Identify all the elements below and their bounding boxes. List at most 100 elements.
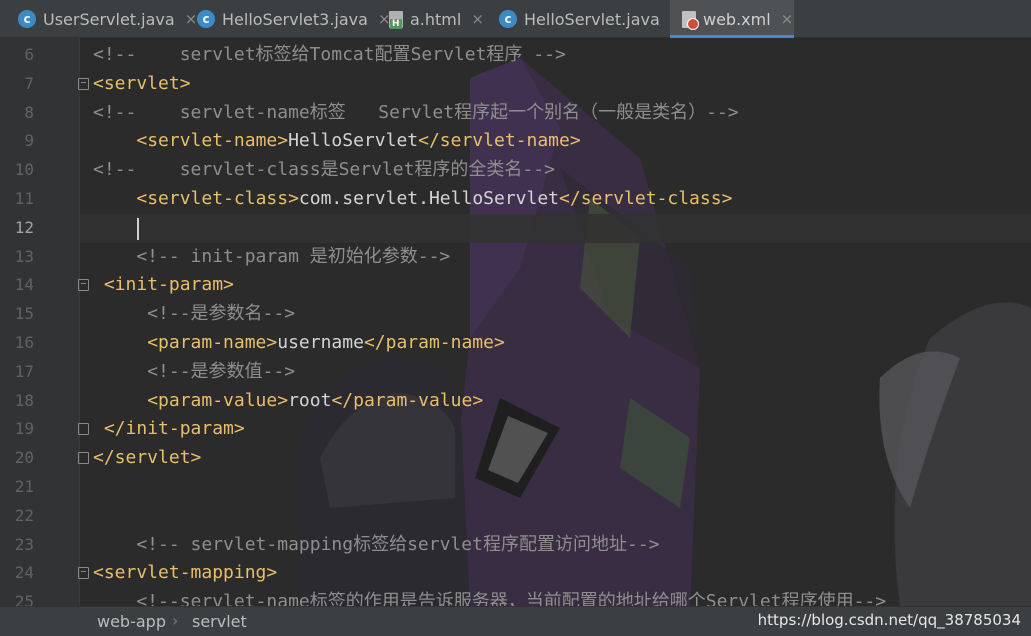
line-number: 24 (14, 563, 34, 583)
xml-comment: <!-- servlet-mapping标签给servlet程序配置访问地址--… (93, 533, 660, 555)
tab-web-xml[interactable]: web.xml × (670, 0, 794, 38)
xml-tag: <servlet-class> (136, 187, 299, 209)
fold-marker-icon[interactable] (78, 567, 89, 580)
code-text: </init-param> (93, 415, 245, 444)
code-line[interactable]: 22 (0, 502, 1031, 531)
xml-text: HelloServlet (288, 130, 419, 152)
breadcrumb-servlet[interactable]: servlet (192, 612, 247, 631)
code-line[interactable]: 17 <!--是参数值--> (0, 358, 1031, 387)
code-line[interactable]: 15 <!--是参数名--> (0, 300, 1031, 329)
xml-tag: <servlet-mapping> (93, 562, 278, 584)
code-line[interactable]: 19 </init-param> (0, 415, 1031, 444)
close-icon[interactable]: × (471, 11, 484, 27)
code-line[interactable]: 24 <servlet-mapping> (0, 559, 1031, 588)
line-number: 6 (24, 45, 34, 64)
line-number: 11 (14, 188, 34, 208)
xml-tag: <servlet> (93, 72, 191, 94)
tab-userservlet-java[interactable]: c UserServlet.java × (0, 0, 197, 38)
xml-comment: <!-- init-param 是初始化参数--> (93, 245, 451, 267)
code-text: <!-- servlet-class是Servlet程序的全类名--> (93, 156, 555, 185)
xml-comment: <!--servlet-name标签的作用是告诉服务器，当前配置的地址给哪个Se… (93, 591, 887, 606)
xml-tag: <init-param> (103, 274, 234, 296)
xml-text (93, 188, 136, 209)
code-line[interactable]: 10 <!-- servlet-class是Servlet程序的全类名--> (0, 156, 1031, 185)
xml-tag: </servlet-name> (418, 130, 581, 152)
tab-label: web.xml (703, 9, 771, 29)
fold-marker-icon[interactable] (78, 77, 89, 90)
code-line[interactable]: 9 <servlet-name>HelloServlet</servlet-na… (0, 127, 1031, 156)
code-line[interactable]: 18 <param-value>root</param-value> (0, 387, 1031, 416)
line-number: 8 (24, 102, 34, 122)
code-text: <param-value>root</param-value> (93, 387, 483, 416)
line-number: 21 (14, 476, 34, 496)
code-text: <servlet> (93, 70, 191, 99)
tab-label: HelloServlet.java (524, 9, 660, 29)
code-text: <!-- servlet-name标签 Servlet程序起一个别名（一般是类名… (93, 99, 739, 128)
xml-text (93, 130, 136, 151)
code-text: <!--是参数名--> (93, 300, 295, 329)
xml-comment: <!-- servlet-class是Servlet程序的全类名--> (93, 159, 555, 181)
code-text: </servlet> (93, 444, 201, 473)
fold-marker-icon[interactable] (78, 423, 89, 436)
tab-a-html[interactable]: a.html × (378, 0, 488, 38)
line-number: 20 (14, 448, 34, 468)
xml-tag: <param-value> (147, 389, 289, 411)
xml-comment: <!--是参数值--> (93, 360, 296, 382)
breadcrumb-bar: web-app › servlet https://blog.csdn.net/… (0, 606, 1031, 636)
xml-tag: </param-value> (331, 389, 484, 411)
code-text: <!--是参数值--> (93, 358, 295, 387)
tab-label: a.html (410, 9, 462, 29)
fold-marker-icon[interactable] (78, 452, 89, 465)
line-number: 14 (14, 275, 34, 295)
line-number: 19 (14, 419, 34, 439)
code-line[interactable]: 21 (0, 473, 1031, 502)
xml-comment: <!--是参数名--> (93, 303, 296, 325)
close-icon[interactable]: × (781, 11, 794, 27)
code-line[interactable]: 11 <servlet-class>com.servlet.HelloServl… (0, 185, 1031, 214)
code-line[interactable]: 20 </servlet> (0, 444, 1031, 473)
code-text: <!-- init-param 是初始化参数--> (93, 243, 450, 272)
code-line[interactable]: 14 <init-param> (0, 271, 1031, 300)
line-number: 23 (14, 534, 34, 554)
code-text: <!-- servlet-mapping标签给servlet程序配置访问地址--… (93, 531, 659, 560)
xml-tag: </init-param> (103, 418, 245, 440)
java-class-icon: c (197, 10, 215, 28)
xml-tag: <param-name> (147, 331, 278, 353)
code-line[interactable]: 13 <!-- init-param 是初始化参数--> (0, 243, 1031, 272)
xml-text (93, 274, 104, 295)
code-line[interactable]: 23 <!-- servlet-mapping标签给servlet程序配置访问地… (0, 531, 1031, 560)
code-line[interactable]: 6 <!-- servlet标签给Tomcat配置Servlet程序 --> (0, 41, 1031, 70)
code-line[interactable]: 12 (0, 214, 1031, 243)
code-line[interactable]: 7 <servlet> (0, 70, 1031, 99)
text-caret (137, 217, 139, 240)
xml-text (93, 418, 104, 439)
code-lines: 6 <!-- servlet标签给Tomcat配置Servlet程序 --> 7 <s… (0, 41, 1031, 606)
java-class-icon: c (499, 10, 517, 28)
breadcrumb-web-app[interactable]: web-app (97, 612, 166, 631)
java-class-icon: c (18, 10, 36, 28)
code-text: <param-name>username</param-name> (93, 329, 505, 358)
line-number: 13 (14, 246, 34, 266)
html-file-icon (389, 10, 403, 29)
xml-comment: <!-- servlet-name标签 Servlet程序起一个别名（一般是类名… (93, 101, 739, 123)
xml-tag: </servlet-class> (559, 187, 733, 209)
line-number: 7 (24, 73, 34, 93)
code-line[interactable]: 25 <!--servlet-name标签的作用是告诉服务器，当前配置的地址给哪… (0, 588, 1031, 606)
code-editor[interactable]: 6 <!-- servlet标签给Tomcat配置Servlet程序 --> 7 <s… (0, 38, 1031, 606)
xml-text (93, 390, 147, 411)
breadcrumb-separator: › (172, 611, 179, 630)
line-number: 15 (14, 304, 34, 324)
tab-helloservlet-java[interactable]: c HelloServlet.java × (488, 0, 682, 38)
fold-marker-icon[interactable] (78, 279, 89, 292)
code-text: <servlet-mapping> (93, 559, 277, 588)
code-line[interactable]: 16 <param-name>username</param-name> (0, 329, 1031, 358)
code-text: <servlet-class>com.servlet.HelloServlet<… (93, 185, 732, 214)
code-line[interactable]: 8 <!-- servlet-name标签 Servlet程序起一个别名（一般是类… (0, 99, 1031, 128)
code-text: <!--servlet-name标签的作用是告诉服务器，当前配置的地址给哪个Se… (93, 588, 886, 606)
tab-helloservlet3-java[interactable]: c HelloServlet3.java × (188, 0, 391, 38)
code-text: <servlet-name>HelloServlet</servlet-name… (93, 127, 581, 156)
xml-comment: <!-- servlet标签给Tomcat配置Servlet程序 --> (93, 44, 566, 65)
xml-text: com.servlet.HelloServlet (298, 187, 560, 209)
code-text: <init-param> (93, 271, 234, 300)
line-number: 16 (14, 332, 34, 352)
